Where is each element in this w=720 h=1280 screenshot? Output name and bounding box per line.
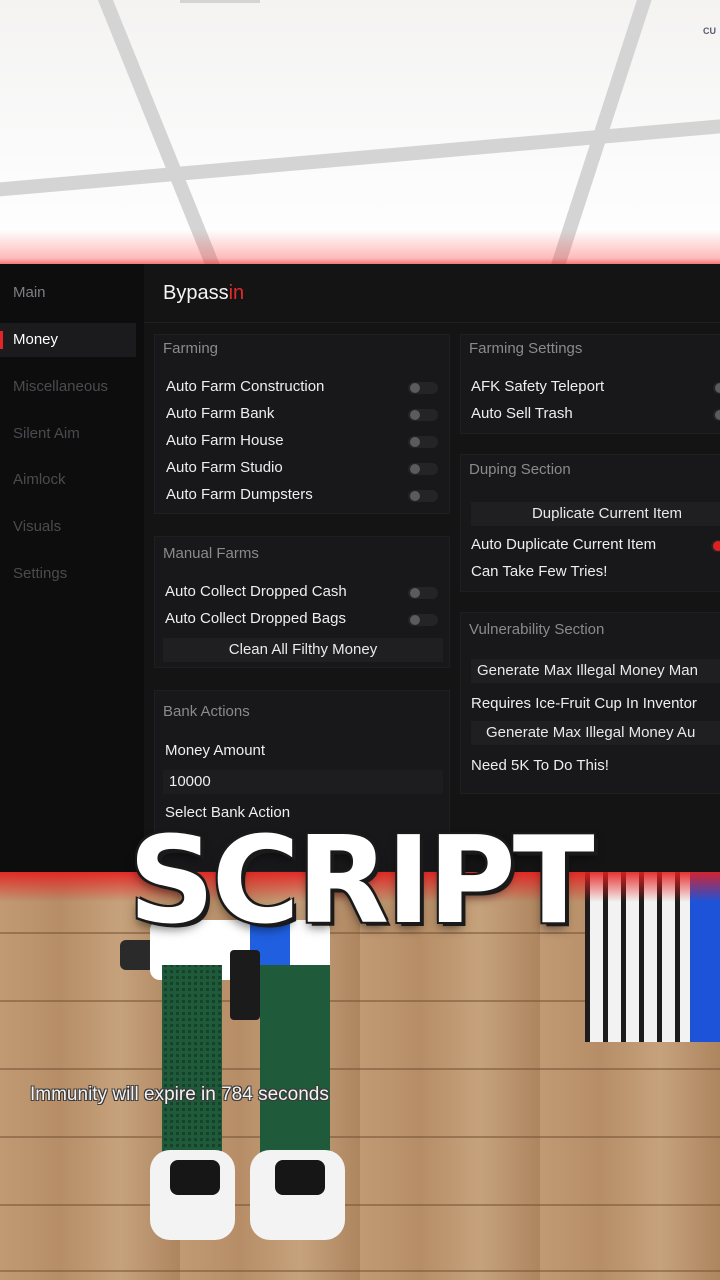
sidebar-item-aimlock[interactable]: Aimlock [0,463,136,497]
section-title: Manual Farms [163,545,259,562]
sidebar-item-label: Money [13,331,59,348]
toggle-knob [410,464,420,474]
auto-farm-bank-toggle[interactable] [408,409,438,421]
generate-money-auto-button[interactable]: Generate Max Illegal Money Au [471,721,720,745]
section-title: Duping Section [469,461,571,478]
toggle-knob [410,491,420,501]
ceiling-beam [0,114,720,200]
afk-safety-teleport-toggle[interactable] [713,382,720,394]
auto-duplicate-toggle[interactable] [711,540,720,552]
vulnerability-section: Vulnerability Section Generate Max Illeg… [460,612,720,794]
auto-collect-cash-toggle[interactable] [408,587,438,599]
auto-farm-studio-toggle[interactable] [408,463,438,475]
clean-filthy-money-button[interactable]: Clean All Filthy Money [163,638,443,662]
sidebar-item-miscellaneous[interactable]: Miscellaneous [0,370,136,404]
sidebar-item-settings[interactable]: Settings [0,557,136,591]
active-marker [0,331,3,349]
immunity-message: Immunity will expire in 784 seconds [30,1084,329,1105]
sidebar-item-main[interactable]: Main [0,276,136,310]
duping-section: Duping Section Duplicate Current Item Au… [460,454,720,592]
auto-farm-bank-label: Auto Farm Bank [166,405,275,422]
generate-money-manual-button[interactable]: Generate Max Illegal Money Man [471,659,720,683]
manual-farms-section: Manual Farms Auto Collect Dropped Cash A… [154,536,450,668]
auto-farm-house-label: Auto Farm House [166,432,284,449]
auto-farm-dumpsters-toggle[interactable] [408,490,438,502]
auto-farm-house-toggle[interactable] [408,436,438,448]
ceiling-beam [180,0,260,3]
sidebar-item-label: Main [13,284,46,301]
section-title: Farming Settings [469,340,583,357]
farming-section: Farming Auto Farm Construction Auto Farm… [154,334,450,514]
money-amount-label: Money Amount [165,742,266,759]
vulnerability-note-2: Need 5K To Do This! [471,757,609,774]
sidebar: Main Money Miscellaneous Silent Aim Aiml… [0,264,144,872]
auto-farm-construction-label: Auto Farm Construction [166,378,325,395]
overlay-title: SCRIPT [128,812,594,951]
toggle-knob [715,410,720,420]
content-area: Bypassin Farming Auto Farm Construction … [144,264,720,872]
duping-note: Can Take Few Tries! [471,563,608,580]
money-amount-input[interactable]: 10000 [163,770,443,794]
auto-farm-studio-label: Auto Farm Studio [166,459,283,476]
corner-badge: CU [703,26,716,36]
afk-safety-teleport-label: AFK Safety Teleport [471,378,605,395]
sidebar-item-money[interactable]: Money [0,323,136,357]
toggle-knob [410,588,420,598]
auto-collect-cash-label: Auto Collect Dropped Cash [165,583,347,600]
auto-sell-trash-label: Auto Sell Trash [471,405,573,422]
sidebar-item-label: Aimlock [13,471,66,488]
auto-farm-dumpsters-label: Auto Farm Dumpsters [166,486,313,503]
auto-farm-construction-toggle[interactable] [408,382,438,394]
toggle-knob [715,383,720,393]
farming-settings-section: Farming Settings AFK Safety Teleport Aut… [460,334,720,434]
brand-title: Bypassin [163,282,245,304]
sidebar-item-label: Visuals [13,518,62,535]
divider [144,322,720,323]
auto-duplicate-label: Auto Duplicate Current Item [471,536,657,553]
auto-collect-bags-toggle[interactable] [408,614,438,626]
section-title: Farming [163,340,219,357]
auto-collect-bags-label: Auto Collect Dropped Bags [165,610,346,627]
duplicate-item-button[interactable]: Duplicate Current Item [471,502,720,526]
toggle-knob [713,541,720,551]
sidebar-item-label: Settings [13,565,68,582]
sidebar-item-label: Silent Aim [13,425,80,442]
sidebar-item-silent-aim[interactable]: Silent Aim [0,417,136,451]
script-panel: Main Money Miscellaneous Silent Aim Aiml… [0,264,720,872]
toggle-knob [410,437,420,447]
section-title: Vulnerability Section [469,621,605,638]
toggle-knob [410,615,420,625]
sidebar-item-visuals[interactable]: Visuals [0,510,136,544]
vulnerability-note-1: Requires Ice-Fruit Cup In Inventor [471,695,697,712]
auto-sell-trash-toggle[interactable] [713,409,720,421]
section-title: Bank Actions [163,703,250,720]
toggle-knob [410,410,420,420]
toggle-knob [410,383,420,393]
sidebar-item-label: Miscellaneous [13,378,109,395]
